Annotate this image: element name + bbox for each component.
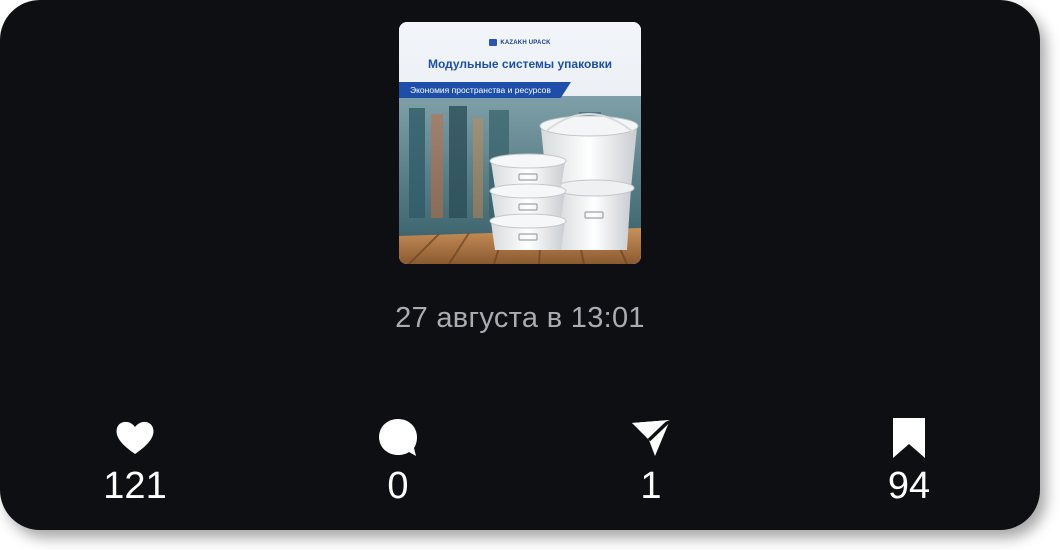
bookmark-icon[interactable] bbox=[887, 416, 931, 460]
post-timestamp: 27 августа в 13:01 bbox=[395, 302, 645, 334]
heart-icon[interactable] bbox=[113, 416, 157, 460]
post-image[interactable]: KAZAKH UPACK Модульные системы упаковки … bbox=[399, 22, 641, 264]
shares-stat[interactable]: 1 bbox=[591, 416, 711, 506]
comments-count: 0 bbox=[387, 465, 409, 507]
comment-icon[interactable] bbox=[376, 416, 420, 460]
comments-stat[interactable]: 0 bbox=[338, 416, 458, 506]
likes-stat[interactable]: 121 bbox=[75, 416, 195, 506]
saves-stat[interactable]: 94 bbox=[849, 416, 969, 506]
shares-count: 1 bbox=[640, 465, 662, 507]
saves-count: 94 bbox=[887, 465, 931, 507]
image-brand-logo: KAZAKH UPACK bbox=[399, 39, 641, 46]
image-title: Модульные системы упаковки bbox=[427, 57, 613, 71]
image-subtitle: Экономия пространства и ресурсов bbox=[399, 82, 571, 98]
post-stats-card: KAZAKH UPACK Модульные системы упаковки … bbox=[0, 0, 1040, 530]
send-icon[interactable] bbox=[629, 416, 673, 460]
image-brand-text: KAZAKH UPACK bbox=[500, 40, 551, 47]
brand-mark-icon bbox=[489, 39, 498, 46]
likes-count: 121 bbox=[103, 465, 167, 507]
